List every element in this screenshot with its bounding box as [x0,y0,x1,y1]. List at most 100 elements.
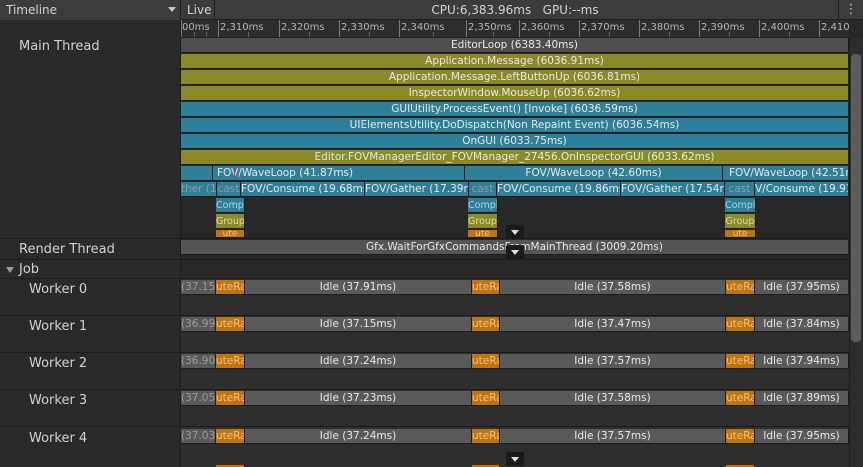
thread-label-worker-3[interactable]: Worker 3 [29,393,87,408]
sample-job[interactable]: uteRay [216,317,245,332]
sample-ute[interactable]: ute [725,230,756,238]
sample-idle[interactable]: Idle (37.94ms) [755,354,849,369]
sample-waveloop[interactable]: FOV/WaveLoop (42.60ms) [465,166,723,181]
sample-oninspectorgui[interactable]: Editor.FOVManagerEditor_FOVManager_27456… [181,150,849,165]
ruler-tick [399,20,400,37]
expand-job-icon[interactable] [506,452,524,466]
sample-waveloop[interactable]: FOV/WaveLoop (41.87ms) [213,166,465,181]
thread-label-worker-1[interactable]: Worker 1 [29,319,87,334]
scrollbar-thumb[interactable] [851,54,861,342]
sample-waveloop[interactable]: FOV/WaveLoop (42.51ms) [723,166,849,181]
chevron-down-icon[interactable] [168,7,176,12]
sample-uielements-dodispatch[interactable]: UIElementsUtility.DoDispatch(Non Repaint… [181,118,849,133]
sample-idle[interactable]: Idle (37.23ms) [245,391,472,406]
sample-ute[interactable]: ute [216,230,245,238]
sample-inspectorwindow-mouseup[interactable]: InspectorWindow.MouseUp (6036.62ms) [181,86,849,101]
ruler-minor-tick [206,32,207,37]
sample-editorloop[interactable]: EditorLoop (6383.40ms) [181,38,849,53]
sample-group[interactable]: Group [216,214,245,229]
sample-idle[interactable]: Idle (37.24ms) [245,429,472,444]
sample-group[interactable]: Group [725,214,756,229]
sample-idle[interactable]: Idle (37.24ms) [245,354,472,369]
ruler-minor-tick [433,32,434,37]
sample-consume[interactable]: FOV/Consume (19.68ms) [241,182,365,197]
sample-worker-lead[interactable]: (37.15 [181,280,216,295]
sample-idle[interactable]: Idle (37.58ms) [500,391,726,406]
more-options-icon[interactable]: ⋮ [838,0,863,20]
sample-consume[interactable]: V/Consume (19.91n [755,182,849,197]
expand-triangle-icon[interactable] [6,267,14,273]
sample-idle[interactable]: Idle (37.89ms) [755,391,849,406]
sample-leftbuttonup[interactable]: Application.Message.LeftButtonUp (6036.8… [181,70,849,85]
sample-worker-lead[interactable]: (37.05 [181,391,216,406]
sample-idle[interactable]: Idle (37.57ms) [500,354,726,369]
sample-job[interactable]: uteRay [472,429,500,444]
thread-label-main[interactable]: Main Thread [19,39,100,54]
live-toggle-button[interactable]: Live [182,0,215,20]
ruler-minor-tick [493,32,494,37]
sample-ute[interactable]: ute [468,230,498,238]
sample-cast-partial[interactable]: cast [217,182,241,197]
thread-label-worker-4[interactable]: Worker 4 [29,431,87,446]
sample-job[interactable]: uteRay [472,391,500,406]
sample-job[interactable]: uteRay [726,317,755,332]
thread-label-panel: Main Thread Render Thread Job Worker 0 W… [0,20,181,467]
sample-waveloop-partial[interactable] [181,166,213,181]
ruler-minor-tick [729,32,730,37]
sample-job[interactable]: uteRay [216,391,245,406]
sample-job[interactable]: uteRay [726,391,755,406]
sample-job[interactable]: uteRay [726,280,755,295]
sample-worker-lead[interactable]: (36.99 [181,317,216,332]
sample-idle[interactable]: Idle (37.91ms) [245,280,472,295]
timeline-tracks[interactable]: EditorLoop (6383.40ms) Application.Messa… [181,38,849,467]
thread-label-render[interactable]: Render Thread [19,242,115,257]
sample-worker-lead[interactable]: (36.90 [181,354,216,369]
thread-label-worker-2[interactable]: Worker 2 [29,356,87,371]
ruler-tick-label: 2,370ms [581,22,625,33]
thread-group-job[interactable]: Job [19,262,39,277]
sample-consume[interactable]: FOV/Consume (19.86ms) [497,182,621,197]
sample-group[interactable]: Group [468,214,498,229]
sample-idle[interactable]: Idle (37.95ms) [755,280,849,295]
ruler-tick-label: 2,390ms [701,22,745,33]
sample-gather[interactable]: FOV/Gather (17.54ms) [621,182,725,197]
sample-cast-partial[interactable]: cast [469,182,497,197]
sample-idle[interactable]: Idle (37.58ms) [500,280,726,295]
view-mode-dropdown[interactable]: Timeline [0,0,181,20]
ruler-tick [639,20,640,37]
sample-job[interactable]: uteRay [472,354,500,369]
thread-label-worker-0[interactable]: Worker 0 [29,282,87,297]
frame-stats: CPU:6,383.96ms GPU:--ms [431,3,599,17]
sample-job[interactable]: uteRay [726,429,755,444]
sample-job[interactable]: uteRay [216,354,245,369]
sample-job[interactable]: uteRay [726,354,755,369]
sample-job[interactable]: uteRay [216,429,245,444]
sample-guiutility-processevent[interactable]: GUIUtility.ProcessEvent() [Invoke] (6036… [181,102,849,117]
ruler-tick-label: 2,360ms [521,22,565,33]
sample-application-message[interactable]: Application.Message (6036.91ms) [181,54,849,69]
sample-complete[interactable]: Comple [468,198,498,213]
sample-idle[interactable]: Idle (37.57ms) [500,429,726,444]
sample-idle[interactable]: Idle (37.84ms) [755,317,849,332]
sample-gather-partial[interactable]: ther (1 [181,182,217,197]
sample-ongui[interactable]: OnGUI (6033.75ms) [181,134,849,149]
ruler-minor-tick [194,32,195,37]
sample-job[interactable]: uteRay [216,280,245,295]
sample-gather[interactable]: FOV/Gather (17.39ms) [365,182,469,197]
ruler-tick-label: 2,320ms [281,22,325,33]
time-ruler[interactable]: 00ms 2,310ms 2,320ms 2,330ms 2,340ms 2,3… [181,20,849,38]
sample-complete[interactable]: Comple [216,198,245,213]
ruler-tick-label: 2,410 [821,22,849,33]
sample-job[interactable]: uteRay [472,280,500,295]
sample-idle[interactable]: Idle (37.47ms) [500,317,726,332]
sample-job[interactable]: uteRay [472,317,500,332]
sample-idle[interactable]: Idle (37.15ms) [245,317,472,332]
sample-worker-lead[interactable]: (37.03 [181,429,216,444]
ruler-minor-tick [369,32,370,37]
sample-complete[interactable]: Comple [725,198,756,213]
sample-cast-partial[interactable]: cast [725,182,755,197]
expand-main-thread-icon[interactable] [506,225,524,239]
sample-idle[interactable]: Idle (37.95ms) [755,429,849,444]
ruler-minor-tick [669,32,670,37]
expand-render-thread-icon[interactable] [506,245,524,259]
